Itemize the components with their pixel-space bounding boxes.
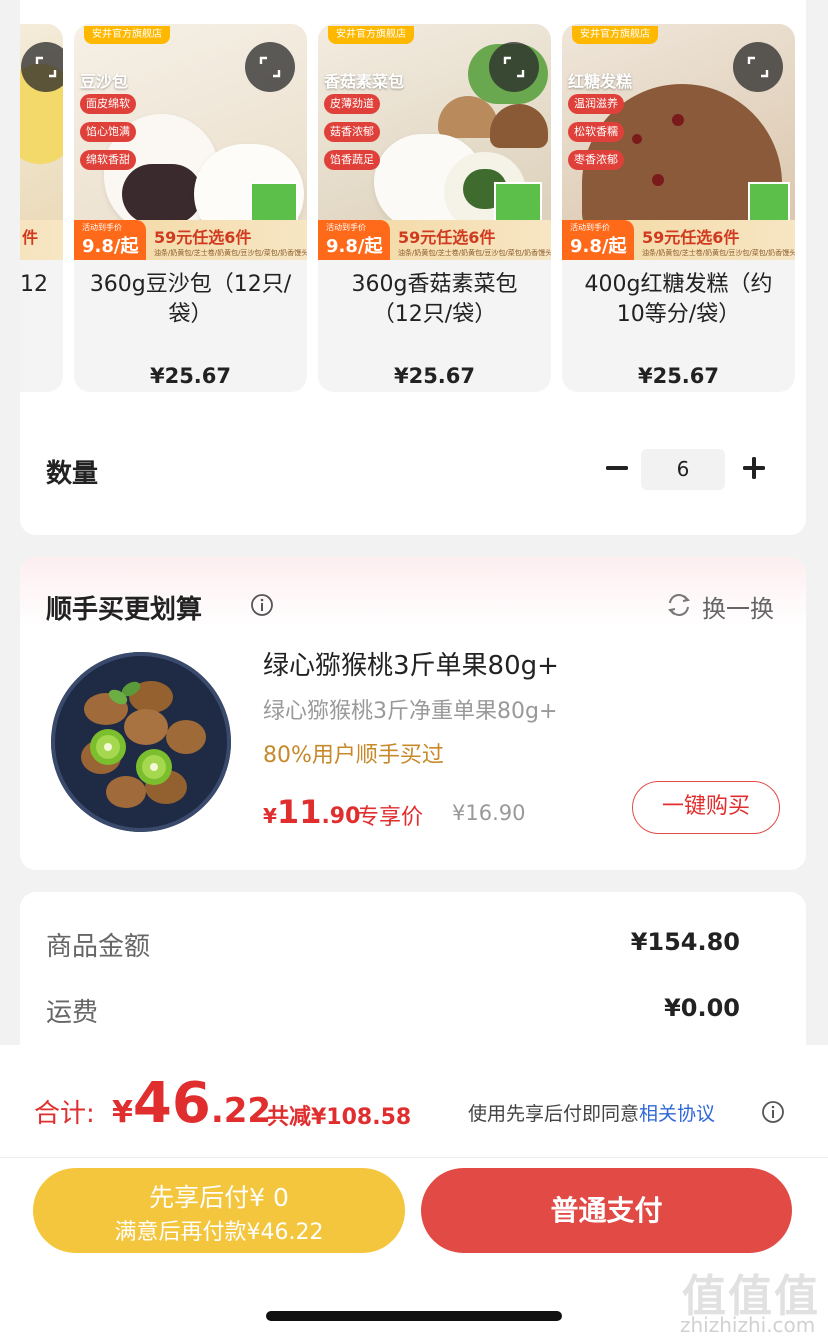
product-price: ¥25.67 — [149, 364, 232, 388]
feature-pill: 枣香浓郁 — [568, 150, 624, 170]
currency-symbol: ¥ — [263, 804, 277, 828]
pay-later-button[interactable]: 先享后付¥ 0 满意后再付款¥46.22 — [33, 1168, 405, 1253]
switch-button[interactable]: 换一换 — [702, 589, 774, 624]
total-integer: 46 — [132, 1071, 211, 1136]
upsell-title: 顺手买更划算 — [46, 595, 203, 625]
promo-deal: 59元任选6件 — [398, 228, 496, 247]
shipping-label: 运费 — [46, 998, 99, 1028]
currency-symbol: ¥ — [112, 1095, 133, 1130]
feature-pill: 温润滋养 — [568, 94, 624, 114]
product-card-partial[interactable]: 件 12 — [20, 24, 63, 392]
home-indicator[interactable] — [266, 1311, 562, 1321]
exclusive-price-label: 专享价 — [357, 805, 424, 830]
product-title: 360g香菇素菜包（12只/袋） — [351, 272, 518, 327]
quantity-decrease-button[interactable] — [600, 450, 634, 486]
goods-amount-value: ¥154.80 — [630, 928, 740, 956]
promo-banner: 活动到手价 9.8/起 59元任选6件 油条/奶黄包/芝士卷/奶黄包/豆沙包/菜… — [318, 220, 551, 260]
product-price: ¥25.67 — [393, 364, 476, 388]
price-integer: 11 — [276, 793, 322, 831]
promo-banner: 活动到手价 9.8/起 59元任选6件 油条/奶黄包/芝士卷/奶黄包/豆沙包/菜… — [74, 220, 307, 260]
upsell-bought-hint: 80%用户顺手买过 — [263, 743, 444, 768]
goods-amount-label: 商品金额 — [46, 932, 151, 962]
one-click-buy-button[interactable]: 一键购买 — [632, 781, 780, 834]
promo-subtext: 油条/奶黄包/芝士卷/奶黄包/豆沙包/菜包/奶香馒头 — [154, 249, 307, 257]
price-decimal: .90 — [321, 804, 361, 829]
promo-price: 9.8/起 — [326, 236, 383, 257]
product-title: 400g红糖发糕（约10等分/袋） — [584, 272, 773, 327]
image-label: 红糖发糕 — [568, 72, 633, 91]
checkout-bar: 合计: ¥46.22 共减¥108.58 使用先享后付即同意相关协议 先享后付¥… — [0, 1045, 828, 1339]
product-card-red-bean-bun[interactable]: 安井官方旗舰店 豆沙包 面皮绵软 馅心饱满 绵软香甜 活动到手价 9.8/起 5… — [74, 24, 307, 392]
total-discount: 共减¥108.58 — [267, 1105, 412, 1130]
product-selection-card: 件 12 安井官方旗舰店 豆沙包 面皮绵软 馅心饱满 绵软香甜 活动到手价 9.… — [20, 0, 806, 535]
promo-price: 9.8/起 — [570, 236, 627, 257]
shop-tag: 安井官方旗舰店 — [328, 26, 414, 44]
promo-deal: 59元任选6件 — [154, 228, 252, 247]
upsell-card: 顺手买更划算 换一换 绿心猕猴桃3斤单果80g+ 绿心猕猴桃3斤净重单果80g+… — [20, 557, 806, 870]
agreement-text: 使用先享后付即同意相关协议 — [468, 1099, 715, 1126]
agreement-prefix: 使用先享后付即同意 — [468, 1103, 640, 1125]
expand-icon[interactable] — [245, 42, 295, 92]
image-label: 豆沙包 — [80, 72, 129, 91]
product-card-brown-sugar-cake[interactable]: 安井官方旗舰店 红糖发糕 温润滋养 松软香糯 枣香浓郁 活动到手价 9.8/起 … — [562, 24, 795, 392]
upsell-product-spec: 绿心猕猴桃3斤净重单果80g+ — [263, 699, 558, 724]
expand-icon[interactable] — [733, 42, 783, 92]
expand-icon[interactable] — [21, 42, 63, 92]
divider — [0, 1157, 828, 1158]
quantity-increase-button[interactable] — [736, 450, 772, 486]
upsell-price: ¥11.90 — [263, 793, 360, 831]
upsell-product-name[interactable]: 绿心猕猴桃3斤单果80g+ — [263, 645, 559, 682]
image-label: 香菇素菜包 — [324, 72, 405, 91]
pay-later-title: 先享后付¥ 0 — [149, 1183, 289, 1212]
feature-pill: 绵软香甜 — [80, 150, 136, 170]
promo-price: 9.8/起 — [82, 236, 139, 257]
quantity-input[interactable]: 6 — [641, 449, 725, 490]
watermark-url: zhizhizhi.com — [680, 1313, 816, 1337]
total-label: 合计: — [34, 1099, 95, 1129]
product-title-fragment: 12 — [20, 272, 48, 297]
quantity-label: 数量 — [46, 459, 99, 489]
promo-subtext: 油条/奶黄包/芝士卷/奶黄包/豆沙包/菜包/奶香馒头 — [642, 249, 795, 257]
product-price: ¥25.67 — [637, 364, 720, 388]
promo-deal: 59元任选6件 — [642, 228, 740, 247]
feature-pill: 菇香浓郁 — [324, 122, 380, 142]
product-card-mushroom-veg-bun[interactable]: 安井官方旗舰店 香菇素菜包 皮薄劲道 菇香浓郁 馅香蔬足 活动到手价 9.8/起… — [318, 24, 551, 392]
shipping-value: ¥0.00 — [664, 994, 740, 1022]
shop-tag: 安井官方旗舰店 — [572, 26, 658, 44]
feature-pill: 面皮绵软 — [80, 94, 136, 114]
info-icon[interactable] — [761, 1100, 785, 1124]
promo-subtext: 油条/奶黄包/芝士卷/奶黄包/豆沙包/菜包/奶香馒头 — [398, 249, 551, 257]
total-decimal: .22 — [210, 1091, 272, 1131]
upsell-product-image[interactable] — [46, 647, 236, 837]
feature-pill: 馅心饱满 — [80, 122, 136, 142]
feature-pill: 皮薄劲道 — [324, 94, 380, 114]
feature-pill: 馅香蔬足 — [324, 150, 380, 170]
normal-pay-button[interactable]: 普通支付 — [421, 1168, 792, 1253]
original-price: ¥16.90 — [452, 801, 526, 825]
refresh-icon[interactable] — [665, 591, 693, 619]
expand-icon[interactable] — [489, 42, 539, 92]
promo-deal-fragment: 件 — [22, 228, 39, 247]
feature-pill: 松软香糯 — [568, 122, 624, 142]
shop-tag: 安井官方旗舰店 — [84, 26, 170, 44]
agreement-link[interactable]: 相关协议 — [639, 1103, 715, 1125]
total-amount: ¥46.22 — [112, 1071, 271, 1136]
promo-banner: 件 — [20, 220, 63, 260]
pay-later-subtitle: 满意后再付款¥46.22 — [114, 1220, 324, 1245]
promo-banner: 活动到手价 9.8/起 59元任选6件 油条/奶黄包/芝士卷/奶黄包/豆沙包/菜… — [562, 220, 795, 260]
info-icon[interactable] — [250, 593, 274, 617]
product-title: 360g豆沙包（12只/袋） — [89, 272, 292, 327]
